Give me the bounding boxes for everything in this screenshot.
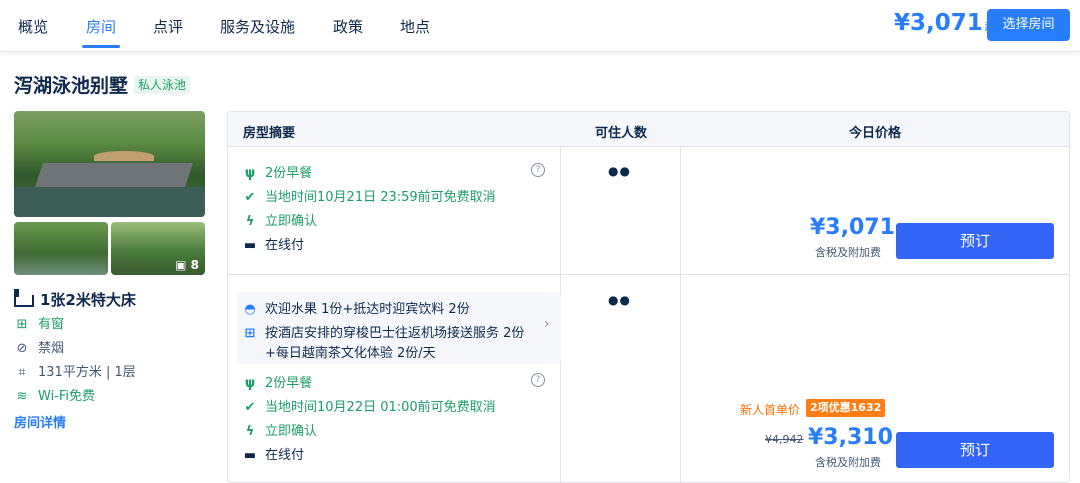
rate2-price-note: 含税及附加费 bbox=[815, 456, 881, 469]
rate-item-label: 在线付 bbox=[265, 448, 305, 463]
top-nav: 概览 房间 点评 服务及设施 政策 地点 ¥3,071起 选择房间 bbox=[0, 0, 1080, 52]
feature-label: 禁烟 bbox=[38, 341, 65, 356]
book-button[interactable]: 预订 bbox=[896, 432, 1054, 468]
service-bell-icon: ◓ bbox=[244, 302, 256, 317]
rate2-price: ¥3,310 bbox=[808, 425, 893, 450]
tab-overview[interactable]: 概览 bbox=[18, 16, 48, 37]
check-circle-icon: ✔ bbox=[244, 190, 256, 205]
rate2-package-box[interactable]: ◓ 欢迎水果 1份+抵达时迎宾饮料 2份 ⊞ 按酒店安排的穿梭巴士往返机场接送服务 … bbox=[236, 292, 561, 364]
book-button[interactable]: 预订 bbox=[896, 223, 1054, 259]
new-user-price-label: 新人首单价 bbox=[740, 403, 801, 417]
wifi-icon: ≋ bbox=[16, 389, 28, 404]
rate1-instant-confirm: ϟ 立即确认 bbox=[243, 210, 317, 229]
rate-item-label: 立即确认 bbox=[265, 214, 318, 229]
rate2-payment: ▬ 在线付 bbox=[243, 444, 304, 463]
original-price: ¥4,942 bbox=[765, 433, 804, 446]
lowest-price-value: ¥3,071 bbox=[894, 10, 983, 36]
chevron-right-icon: › bbox=[544, 316, 550, 332]
feature-area: ⌗ 131平方米 | 1层 bbox=[14, 361, 136, 380]
bed-info: 1张2米特大床 bbox=[14, 288, 136, 310]
feature-window: ⊞ 有窗 bbox=[14, 313, 64, 332]
rate-item-label: 2份早餐 bbox=[265, 166, 313, 181]
rate1-cancellation: ✔ 当地时间10月21日 23:59前可免费取消 bbox=[243, 186, 496, 205]
help-icon[interactable]: ? bbox=[531, 373, 545, 387]
gift-icon: ⊞ bbox=[244, 326, 256, 341]
rate-table: 房型摘要 可住人数 今日价格 ψ 2份早餐 ? ✔ 当地时间10月21日 23:59… bbox=[227, 111, 1070, 483]
column-divider bbox=[680, 147, 681, 482]
no-smoking-icon: ⊘ bbox=[16, 341, 28, 356]
room-photo-thumb[interactable]: ▣ 8 bbox=[111, 222, 205, 275]
help-icon[interactable]: ? bbox=[531, 163, 545, 177]
occupancy-icon: ●● bbox=[608, 293, 631, 307]
rate-item-label: 当地时间10月21日 23:59前可免费取消 bbox=[265, 190, 496, 205]
photo-count-value: 8 bbox=[190, 258, 199, 272]
bed-icon bbox=[14, 288, 34, 307]
tab-location[interactable]: 地点 bbox=[400, 16, 430, 37]
gift-label: 按酒店安排的穿梭巴士往返机场接送服务 2份 bbox=[265, 326, 525, 341]
private-pool-tag: 私人泳池 bbox=[134, 76, 191, 94]
active-tab-indicator bbox=[82, 45, 120, 48]
table-header: 房型摘要 可住人数 今日价格 bbox=[228, 112, 1069, 147]
photo-count: ▣ 8 bbox=[175, 258, 199, 272]
rate2-instant-confirm: ϟ 立即确认 bbox=[243, 420, 317, 439]
rate-item-label: 立即确认 bbox=[265, 424, 318, 439]
feature-wifi: ≋ Wi-Fi免费 bbox=[14, 385, 95, 404]
gift-welcome: ◓ 欢迎水果 1份+抵达时迎宾饮料 2份 bbox=[243, 298, 470, 317]
feature-label: 有窗 bbox=[38, 317, 65, 332]
rate1-price: ¥3,071 bbox=[810, 215, 895, 240]
lightning-icon: ϟ bbox=[245, 214, 255, 229]
meal-icon: ψ bbox=[244, 376, 256, 391]
bed-label: 1张2米特大床 bbox=[40, 291, 136, 309]
header-price: 今日价格 bbox=[849, 126, 902, 141]
tab-reviews[interactable]: 点评 bbox=[153, 16, 183, 37]
select-room-button[interactable]: 选择房间 bbox=[987, 9, 1070, 41]
room-details-link[interactable]: 房间详情 bbox=[14, 412, 66, 431]
rate-item-label: 2份早餐 bbox=[265, 376, 313, 391]
lightning-icon: ϟ bbox=[245, 424, 255, 439]
rate1-payment: ▬ 在线付 bbox=[243, 234, 304, 253]
lowest-price: ¥3,071起 bbox=[894, 10, 996, 36]
room-photo-thumb[interactable] bbox=[14, 222, 108, 275]
photo-detail bbox=[14, 187, 205, 217]
area-icon: ⌗ bbox=[18, 365, 26, 380]
image-icon: ▣ bbox=[175, 258, 191, 272]
rate2-cancellation: ✔ 当地时间10月22日 01:00前可免费取消 bbox=[243, 396, 496, 415]
tab-facilities[interactable]: 服务及设施 bbox=[220, 16, 295, 37]
meal-icon: ψ bbox=[244, 166, 256, 181]
gift-shuttle: ⊞ 按酒店安排的穿梭巴士往返机场接送服务 2份 bbox=[243, 322, 525, 341]
check-circle-icon: ✔ bbox=[244, 400, 256, 415]
photo-detail bbox=[94, 151, 154, 161]
feature-label: Wi-Fi免费 bbox=[38, 389, 96, 404]
card-icon: ▬ bbox=[243, 238, 257, 253]
tab-policies[interactable]: 政策 bbox=[333, 16, 363, 37]
rate-item-label: 当地时间10月22日 01:00前可免费取消 bbox=[265, 400, 496, 415]
card-icon: ▬ bbox=[243, 448, 257, 463]
row-divider bbox=[228, 274, 1069, 275]
feature-label: 131平方米 | 1层 bbox=[38, 365, 136, 380]
room-photo-main[interactable] bbox=[14, 111, 205, 217]
room-title: 泻湖泳池别墅 bbox=[14, 75, 129, 97]
header-occupancy: 可住人数 bbox=[595, 126, 648, 141]
rate-item-label: 在线付 bbox=[265, 238, 305, 253]
feature-no-smoking: ⊘ 禁烟 bbox=[14, 337, 64, 356]
gift-label: 欢迎水果 1份+抵达时迎宾饮料 2份 bbox=[265, 302, 470, 317]
rate1-breakfast: ψ 2份早餐 bbox=[243, 162, 312, 181]
occupancy-icon: ●● bbox=[608, 164, 631, 178]
photo-detail bbox=[35, 163, 193, 187]
gift-tea: +每日越南茶文化体验 2份/天 bbox=[265, 346, 436, 361]
discount-badge[interactable]: 2项优惠1632 bbox=[806, 399, 886, 417]
window-icon: ⊞ bbox=[16, 317, 28, 332]
header-room-summary: 房型摘要 bbox=[243, 126, 296, 141]
rate2-breakfast: ψ 2份早餐 bbox=[243, 372, 312, 391]
tab-rooms[interactable]: 房间 bbox=[86, 16, 116, 37]
rate1-price-note: 含税及附加费 bbox=[815, 246, 881, 259]
